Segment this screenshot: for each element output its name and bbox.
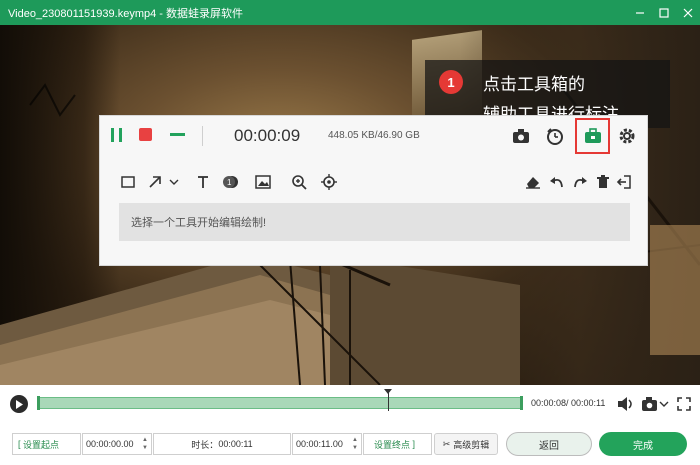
set-end-button[interactable]: 设置终点 ]: [363, 433, 432, 455]
divider: [202, 126, 203, 146]
title-bar: Video_230801151939.keymp4 - 数据蛙录屏软件: [0, 0, 700, 25]
playhead[interactable]: [384, 389, 392, 411]
set-end-label: 设置终点: [374, 439, 411, 450]
window-title: Video_230801151939.keymp4 - 数据蛙录屏软件: [8, 7, 243, 20]
back-button[interactable]: 返回: [506, 432, 592, 456]
minimize-icon[interactable]: [628, 0, 652, 25]
recorder-panel: 00:00:09 448.05 KB/46.90 GB 1 选择一个工具开始编辑…: [99, 115, 648, 266]
start-time-stepper[interactable]: ▲ ▼: [142, 436, 148, 452]
duration-field: 时长： 00:00:11: [153, 433, 291, 455]
volume-icon[interactable]: [617, 395, 635, 413]
duration-label: 时长：: [191, 439, 219, 450]
step-badge: 1: [439, 70, 463, 94]
advanced-edit-label: 高级剪辑: [453, 439, 490, 450]
timeline-track[interactable]: [37, 396, 523, 410]
minimize-panel-button[interactable]: [170, 133, 185, 136]
timeline-bar: 00:00:08/ 00:00:11: [0, 385, 700, 425]
zoom-icon[interactable]: [291, 172, 307, 192]
undo-icon[interactable]: [549, 172, 565, 192]
done-button[interactable]: 完成: [599, 432, 687, 456]
spotlight-icon[interactable]: [321, 172, 337, 192]
delete-icon[interactable]: [595, 172, 611, 192]
recording-timer: 00:00:09: [234, 126, 301, 145]
toolbox-icon[interactable]: [583, 126, 603, 146]
text-icon[interactable]: [195, 172, 211, 192]
number-icon[interactable]: 1: [223, 172, 239, 192]
callout-line-1: 点击工具箱的: [483, 75, 585, 94]
duration-value: 00:00:11: [218, 439, 253, 449]
pause-button[interactable]: [111, 128, 123, 142]
file-size: 448.05 KB/46.90 GB: [328, 130, 420, 141]
maximize-icon[interactable]: [652, 0, 676, 25]
edit-controls: [ 设置起点 00:00:00.00 ▲ ▼ 时长： 00:00:11 00:00…: [0, 425, 700, 465]
bracket-right-icon: ]: [410, 439, 416, 449]
recorder-toolbar: 00:00:09 448.05 KB/46.90 GB: [100, 116, 647, 156]
hint-box: 选择一个工具开始编辑绘制!: [119, 203, 630, 241]
trim-start-handle[interactable]: [37, 396, 40, 410]
close-icon[interactable]: [676, 0, 700, 25]
arrow-icon[interactable]: [148, 172, 182, 192]
start-time-field[interactable]: 00:00:00.00 ▲ ▼: [82, 433, 152, 455]
image-icon[interactable]: [255, 172, 271, 192]
schedule-icon[interactable]: [545, 126, 565, 146]
eraser-icon[interactable]: [525, 172, 541, 192]
start-time-value: 00:00:00.00: [86, 439, 134, 449]
play-button[interactable]: [10, 395, 28, 413]
end-time-field[interactable]: 00:00:11.00 ▲ ▼: [292, 433, 362, 455]
snapshot-icon[interactable]: [641, 395, 669, 413]
rectangle-icon[interactable]: [120, 172, 136, 192]
redo-icon[interactable]: [572, 172, 588, 192]
set-start-label: 设置起点: [23, 439, 60, 450]
end-time-stepper[interactable]: ▲ ▼: [352, 436, 358, 452]
advanced-edit-button[interactable]: ✂ 高级剪辑: [434, 433, 498, 455]
camera-icon[interactable]: [511, 126, 531, 146]
stop-button[interactable]: [139, 128, 152, 141]
trim-end-handle[interactable]: [520, 396, 523, 410]
timecode: 00:00:08/ 00:00:11: [531, 398, 606, 408]
set-start-button[interactable]: [ 设置起点: [12, 433, 81, 455]
settings-icon[interactable]: [617, 126, 637, 146]
drawing-tools: 1: [100, 172, 647, 192]
scissors-icon: ✂: [442, 438, 451, 449]
exit-icon[interactable]: [616, 172, 632, 192]
end-time-value: 00:00:11.00: [296, 439, 343, 449]
fullscreen-icon[interactable]: [677, 395, 691, 413]
svg-text:1: 1: [227, 178, 232, 187]
